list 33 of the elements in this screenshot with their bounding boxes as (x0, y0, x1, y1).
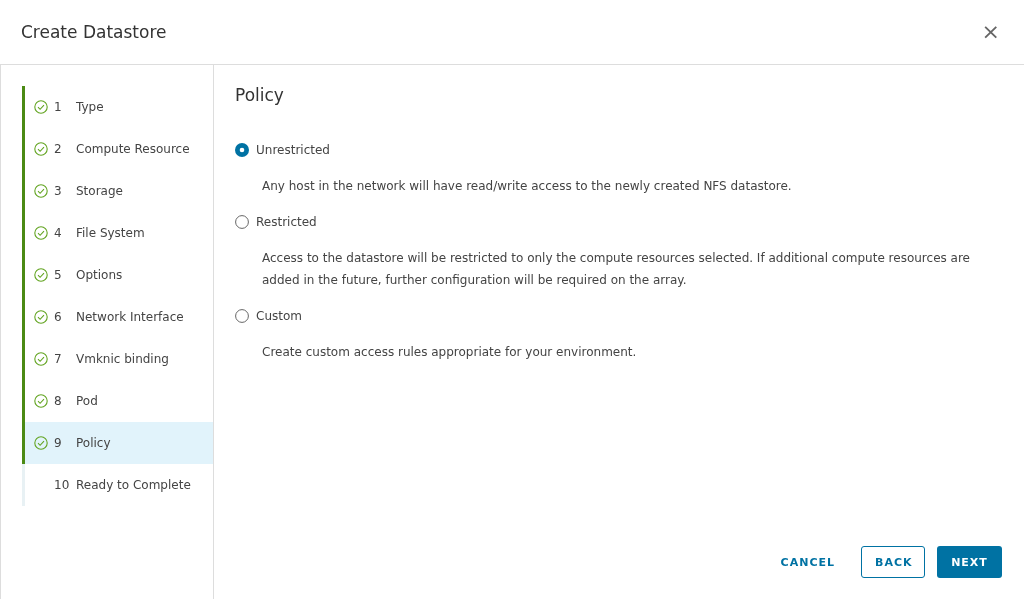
check-circle-icon (34, 310, 48, 324)
next-button[interactable]: NEXT (937, 546, 1002, 578)
radio-option[interactable]: Custom (235, 309, 302, 323)
wizard-step[interactable]: 10 Ready to Complete (22, 464, 213, 506)
radio-option[interactable]: Restricted (235, 215, 317, 229)
wizard-step[interactable]: 2 Compute Resource (22, 128, 213, 170)
wizard-step[interactable]: 7 Vmknic binding (22, 338, 213, 380)
wizard-step[interactable]: 4 File System (22, 212, 213, 254)
check-circle-icon (34, 394, 48, 408)
check-circle-icon (34, 100, 48, 114)
check-circle-icon (34, 142, 48, 156)
option-description: Any host in the network will have read/write access to the newly created NFS datastore. (262, 178, 793, 195)
option-description: Access to the datastore will be restricted to only the compute resources selected. If additional compute resources are added in the future, further configuration will be required on the array. (262, 250, 971, 289)
radio-button[interactable] (235, 309, 249, 323)
radio-button[interactable] (235, 143, 249, 157)
wizard-step[interactable]: 3 Storage (22, 170, 213, 212)
back-button[interactable]: BACK (861, 546, 925, 578)
close-button[interactable]: × (977, 21, 1004, 43)
check-circle-icon (34, 352, 48, 366)
wizard-step[interactable]: 1 Type (22, 86, 213, 128)
wizard-step[interactable]: 5 Options (22, 254, 213, 296)
cancel-button[interactable]: CANCEL (766, 546, 849, 578)
option-description: Create custom access rules appropriate for your environment. (262, 344, 638, 361)
radio-button[interactable] (235, 215, 249, 229)
page-heading: Policy (235, 85, 285, 105)
check-circle-icon (34, 226, 48, 240)
wizard-step[interactable]: 6 Network Interface (22, 296, 213, 338)
check-circle-icon (34, 268, 48, 282)
radio-option[interactable]: Unrestricted (235, 143, 330, 157)
wizard-step[interactable]: 9 Policy (22, 422, 213, 464)
check-circle-icon (34, 184, 48, 198)
dialog-title: Create Datastore (21, 22, 167, 42)
check-circle-icon (34, 436, 48, 450)
